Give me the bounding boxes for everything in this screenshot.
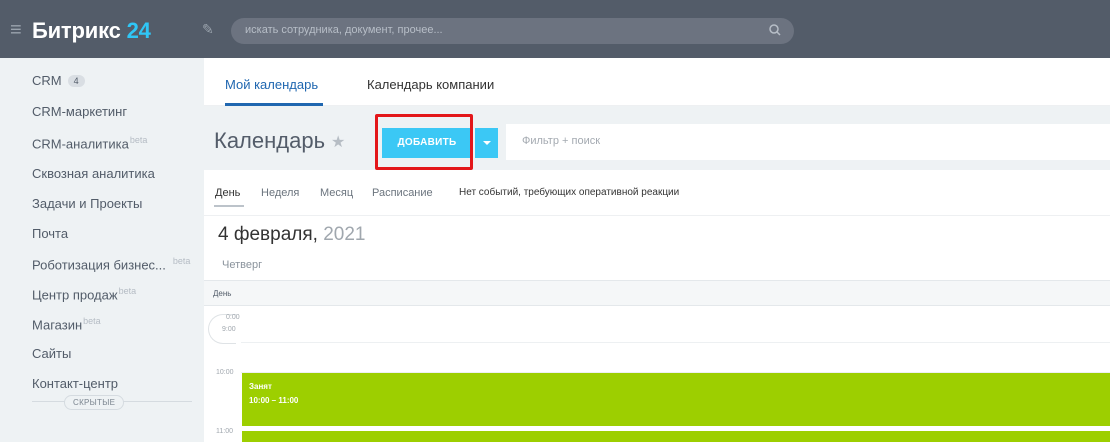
time-label: 9:00 [222, 326, 236, 333]
filter-placeholder: Фильтр + поиск [522, 135, 601, 147]
beta-label: beta [83, 316, 101, 326]
event-time-range: 10:00 – 11:00 [249, 396, 299, 405]
top-bar: ≡ Битрикс 24 ✎ искать сотрудника, докумен… [0, 0, 1110, 58]
sidebar-item-crm-analytics[interactable]: CRM-аналитикаbeta [32, 135, 147, 151]
day-column-label: День [213, 289, 232, 298]
current-date: 4 февраля, 2021 [218, 224, 366, 246]
hour-line [241, 342, 1110, 343]
sidebar-item-label: CRM-аналитика [32, 136, 129, 152]
tab-my-calendar[interactable]: Мой календарь [225, 77, 318, 92]
view-day[interactable]: День [215, 187, 240, 199]
search-icon[interactable] [768, 23, 782, 42]
date-day-month: 4 февраля, [218, 224, 318, 245]
logo[interactable]: Битрикс 24 [32, 18, 151, 44]
sidebar-item-end-to-end-analytics[interactable]: Сквозная аналитика [32, 166, 155, 181]
calendar-event[interactable]: Занят 10:00 – 11:00 [242, 373, 1110, 426]
page-title: Календарь [214, 128, 326, 153]
weekday: Четверг [222, 259, 263, 271]
sidebar-item-sites[interactable]: Сайты [32, 346, 71, 361]
sidebar-item-tasks[interactable]: Задачи и Проекты [32, 196, 142, 211]
sidebar-item-label: Почта [32, 226, 69, 241]
highlight-box [375, 114, 473, 170]
sidebar-item-sales-center[interactable]: Центр продажbeta [32, 286, 136, 302]
no-events-note: Нет событий, требующих оперативной реакц… [459, 187, 680, 198]
sidebar-item-label: Сквозная аналитика [32, 166, 155, 181]
beta-label: beta [129, 135, 148, 145]
date-header: 4 февраля, 2021 Четверг [204, 216, 1110, 280]
sidebar-item-crm-marketing[interactable]: CRM-маркетинг [32, 104, 127, 119]
hidden-items-toggle[interactable]: СКРЫТЫЕ [64, 395, 125, 410]
star-icon[interactable]: ★ [331, 132, 345, 152]
search-placeholder: искать сотрудника, документ, прочее... [245, 24, 443, 36]
sidebar-item-label: CRM-маркетинг [32, 104, 128, 119]
view-schedule[interactable]: Расписание [372, 187, 433, 199]
date-year: 2021 [323, 224, 366, 245]
logo-text: Битрикс [32, 18, 121, 43]
sidebar-item-label: Роботизация бизнес... [32, 257, 166, 273]
main-content: Мой календарь Календарь компании Календа… [204, 58, 1110, 442]
view-switcher: День Неделя Месяц Расписание Нет событий… [204, 170, 1110, 216]
time-label: 11:00 [216, 428, 233, 435]
day-grid[interactable]: 0:00 9:00 10:00 Занят 10:00 – 11:00 11:0… [204, 306, 1110, 442]
beta-label: beta [118, 286, 137, 296]
sidebar-item-label: Задачи и Проекты [32, 196, 143, 211]
sidebar-item-contact-center[interactable]: Контакт-центр [32, 376, 118, 391]
sidebar-item-mail[interactable]: Почта [32, 226, 68, 241]
event-title: Занят [249, 382, 272, 391]
view-week[interactable]: Неделя [261, 187, 299, 199]
sidebar: CRM 4 CRM-маркетинг CRM-аналитикаbeta Скв… [0, 58, 204, 442]
logo-number: 24 [126, 18, 151, 43]
sidebar-item-shop[interactable]: Магазинbeta [32, 316, 101, 332]
beta-label: beta [172, 256, 191, 266]
tabs-bar: Мой календарь Календарь компании [204, 58, 1110, 106]
tab-company-calendar[interactable]: Календарь компании [367, 77, 494, 92]
day-column-header: День [204, 280, 1110, 306]
filter-search-input[interactable]: Фильтр + поиск [506, 124, 1110, 160]
crm-count-badge: 4 [67, 75, 85, 87]
time-label: 10:00 [216, 369, 234, 376]
menu-icon[interactable]: ≡ [10, 20, 22, 40]
sidebar-item-robotization[interactable]: Роботизация бизнес... beta [32, 256, 190, 272]
sidebar-item-crm[interactable]: CRM 4 [32, 73, 85, 88]
view-month[interactable]: Месяц [320, 187, 353, 199]
time-label: 0:00 [226, 314, 240, 321]
sidebar-item-label: Контакт-центр [32, 376, 119, 391]
sidebar-item-label: CRM [32, 73, 62, 88]
chevron-down-icon [483, 141, 491, 145]
add-dropdown-button[interactable] [475, 128, 498, 158]
active-view-underline [214, 205, 244, 207]
page-header: Календарь ★ ДОБАВИТЬ Фильтр + поиск [204, 106, 1110, 170]
sidebar-item-label: Сайты [32, 346, 72, 361]
pencil-icon[interactable]: ✎ [202, 21, 214, 38]
search-input[interactable]: искать сотрудника, документ, прочее... [231, 18, 794, 44]
sidebar-item-label: Магазин [32, 317, 83, 333]
sidebar-item-label: Центр продаж [32, 287, 118, 303]
calendar-event[interactable] [242, 431, 1110, 442]
